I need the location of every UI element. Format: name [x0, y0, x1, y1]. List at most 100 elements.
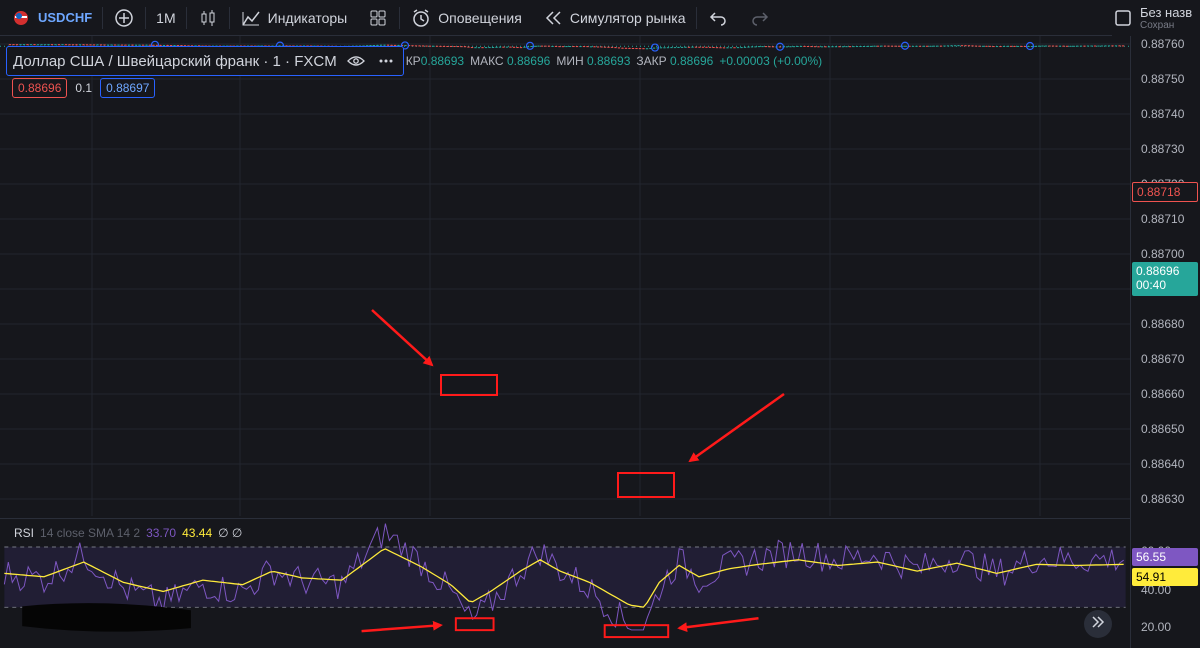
- symbol-legend[interactable]: Доллар США / Швейцарский франк · 1 · FXC…: [6, 46, 404, 76]
- candle-body: [964, 45, 967, 47]
- alarm-clock-icon: [410, 7, 432, 29]
- candle-body: [922, 45, 925, 47]
- candle-body: [988, 45, 992, 47]
- candle-body: [939, 45, 943, 47]
- candle-body: [1111, 45, 1114, 47]
- templates-button[interactable]: [357, 0, 399, 36]
- candle-body: [831, 46, 834, 48]
- candle-body: [946, 45, 950, 47]
- rsi-value: 33.70: [146, 526, 177, 540]
- candle-body: [978, 45, 981, 47]
- candle-body: [1034, 45, 1037, 47]
- candle-body: [866, 45, 869, 47]
- symbol-label: USDCHF: [38, 10, 93, 25]
- scroll-to-realtime-button[interactable]: [1084, 610, 1112, 638]
- candle-body: [1076, 45, 1079, 47]
- undo-button[interactable]: [697, 0, 739, 36]
- rsi-legend[interactable]: RSI 14 close SMA 14 2 33.70 43.44 ∅ ∅: [14, 526, 242, 540]
- spread-value: 0.1: [75, 81, 93, 95]
- save-layout-button[interactable]: Без назв Сохран: [1112, 0, 1200, 36]
- price-axis-tick: 0.88660: [1141, 387, 1185, 401]
- candle-body: [932, 45, 936, 47]
- chart-type-button[interactable]: [187, 0, 229, 36]
- redo-button[interactable]: [739, 0, 781, 36]
- buy-price-button[interactable]: 0.88697: [100, 78, 156, 98]
- flag-icon: [10, 7, 32, 29]
- candle-body: [953, 45, 957, 47]
- candle-body: [1062, 45, 1065, 47]
- rsi-name: RSI: [14, 526, 35, 540]
- replay-button[interactable]: Симулятор рынка: [532, 0, 696, 36]
- symbol-title: Доллар США / Швейцарский франк · 1 · FXC…: [13, 52, 337, 70]
- interval-button[interactable]: 1M: [146, 0, 185, 36]
- candle-body: [995, 46, 999, 48]
- ohlc-values: КР0.88693 МАКС 0.88696 МИН 0.88693 ЗАКР …: [406, 54, 822, 68]
- highlight-box: [617, 472, 675, 498]
- candle-body: [1009, 45, 1013, 47]
- candle-body: [960, 45, 964, 47]
- alerts-button[interactable]: Оповещения: [400, 0, 532, 36]
- layout-save-status: Сохран: [1140, 19, 1175, 31]
- candle-body: [1090, 45, 1093, 47]
- candle-body: [873, 45, 876, 47]
- candle-body: [1041, 45, 1044, 47]
- candles-icon: [197, 7, 219, 29]
- candle-body: [862, 45, 866, 47]
- current-price-badge: 0.88696 00:40: [1132, 262, 1198, 296]
- candle-body: [827, 46, 831, 48]
- annotation-arrow: [371, 309, 434, 367]
- price-axis-tick: 0.88710: [1141, 212, 1185, 226]
- open-label: КР: [405, 54, 421, 68]
- highlight-box: [603, 624, 670, 639]
- candle-body: [1048, 45, 1051, 47]
- candle-body: [876, 45, 880, 47]
- candle-body: [824, 46, 827, 48]
- price-axis-tick: 0.88740: [1141, 107, 1185, 121]
- indicators-button[interactable]: Индикаторы: [230, 0, 358, 36]
- trade-marker[interactable]: [900, 41, 910, 50]
- redaction-mark: [22, 603, 191, 632]
- candle-body: [1114, 45, 1118, 47]
- compare-button[interactable]: [103, 0, 145, 36]
- price-axis-tick: 0.88680: [1141, 317, 1185, 331]
- rsi-axis-tick: 20.00: [1141, 620, 1172, 634]
- eye-icon[interactable]: [345, 50, 367, 72]
- candle-body: [1097, 45, 1100, 47]
- low-label: МИН: [556, 54, 584, 68]
- candle-body: [887, 45, 890, 47]
- high-value: 0.88696: [506, 54, 551, 68]
- candle-body: [845, 46, 848, 48]
- candle-body: [855, 46, 859, 48]
- candle-body: [1121, 45, 1125, 47]
- indicators-label: Индикаторы: [267, 9, 348, 26]
- candle-body: [1023, 45, 1027, 47]
- candle-body: [929, 45, 932, 47]
- candle-body: [950, 45, 953, 47]
- symbol-search-button[interactable]: USDCHF: [0, 0, 102, 36]
- close-label: ЗАКР: [636, 54, 667, 68]
- candle-body: [925, 45, 929, 47]
- annotation-arrow: [688, 392, 785, 463]
- price-axis-tick: 0.88750: [1141, 72, 1185, 86]
- candle-body: [841, 46, 845, 48]
- sell-price-button[interactable]: 0.88696: [12, 78, 68, 98]
- candle-body: [1006, 45, 1009, 47]
- plus-circle-icon: [113, 7, 135, 29]
- current-price-value: 0.88696: [1136, 264, 1180, 278]
- replay-label: Симулятор рынка: [569, 9, 686, 26]
- candle-body: [1079, 45, 1083, 47]
- candle-body: [890, 45, 894, 47]
- high-label: МАКС: [470, 54, 504, 68]
- low-value: 0.88693: [586, 54, 631, 68]
- rsi-params: 14 close SMA 14 2: [40, 526, 141, 540]
- candle-body: [852, 46, 855, 48]
- candle-body: [943, 45, 946, 47]
- price-axis-tick: 0.88730: [1141, 142, 1185, 156]
- candle-body: [834, 46, 838, 48]
- candle-body: [915, 45, 918, 47]
- layout-icon: [1112, 7, 1134, 29]
- candle-body: [1104, 45, 1107, 47]
- more-icon[interactable]: [375, 50, 397, 72]
- close-value: 0.88696: [669, 54, 714, 68]
- price-chart[interactable]: [0, 36, 1130, 516]
